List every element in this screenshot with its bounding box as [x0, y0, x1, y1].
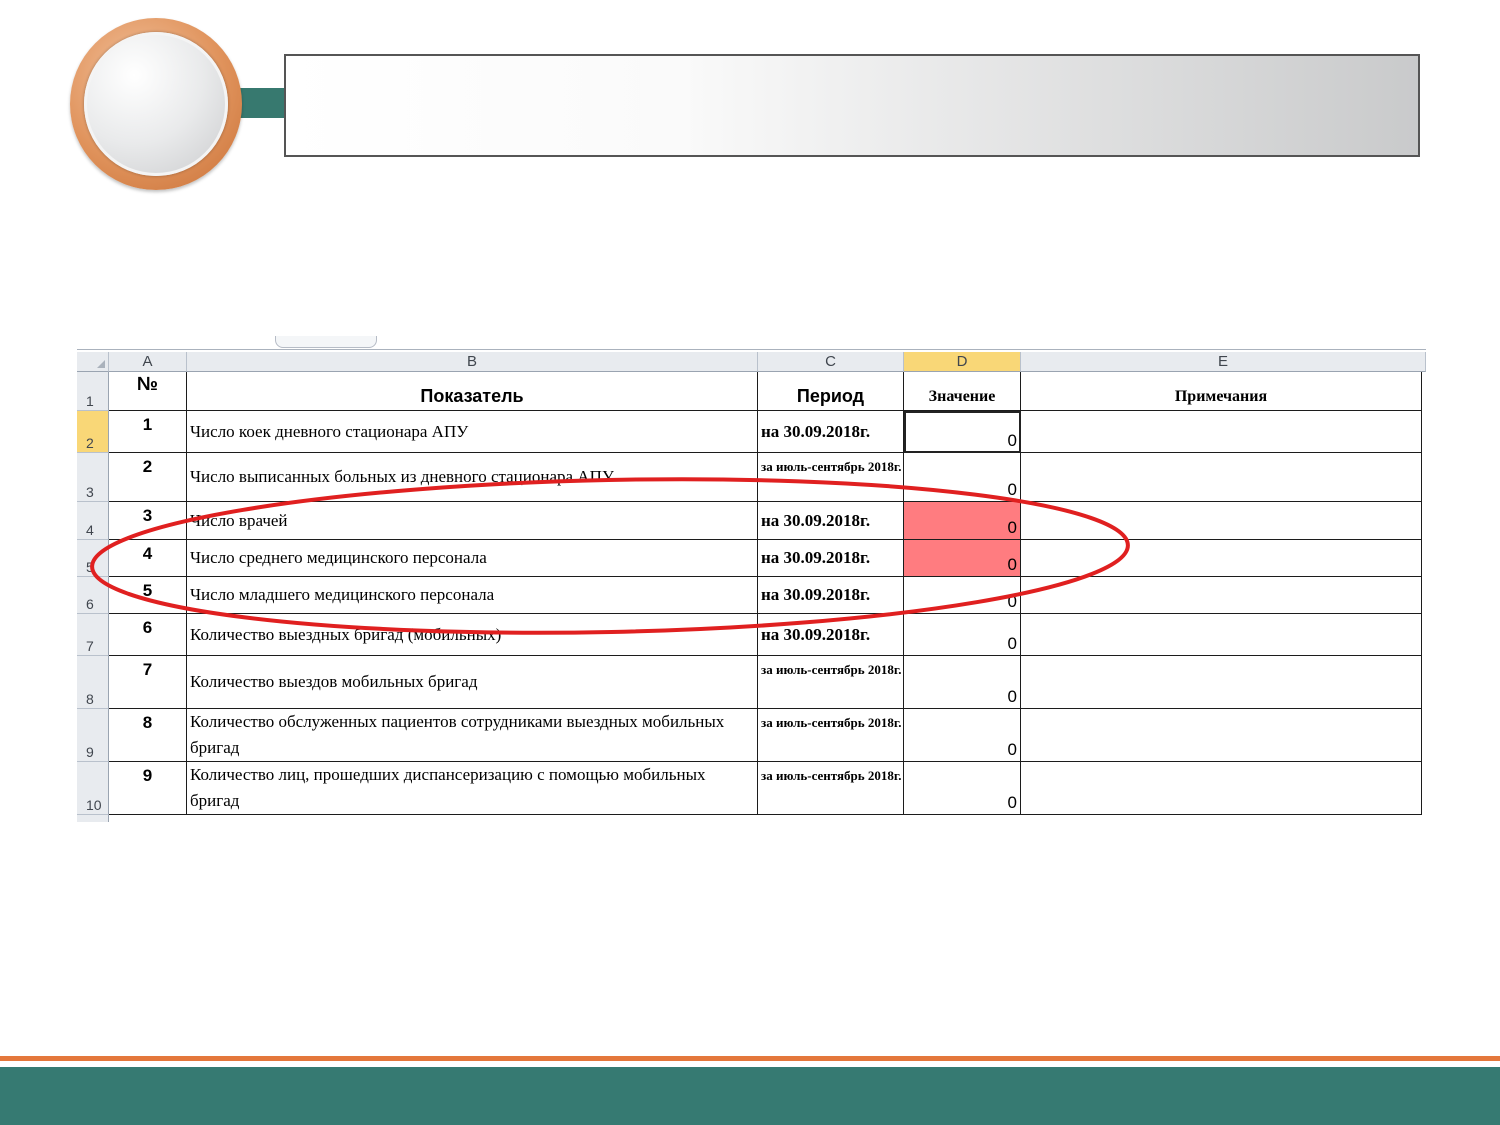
- cell-indicator[interactable]: Количество выездных бригад (мобильных): [187, 614, 758, 656]
- cell-note[interactable]: [1021, 540, 1422, 577]
- footer-bar: [0, 1067, 1500, 1125]
- cell-note[interactable]: [1021, 656, 1422, 709]
- footer-accent-line: [0, 1056, 1500, 1061]
- cell-period[interactable]: на 30.09.2018г.: [758, 540, 904, 577]
- column-header-e[interactable]: E: [1021, 352, 1426, 372]
- cell-indicator[interactable]: Число младшего медицинского персонала: [187, 577, 758, 614]
- decorative-disc-inner: [84, 32, 228, 176]
- row-header[interactable]: 2: [77, 411, 109, 453]
- row-header[interactable]: 8: [77, 656, 109, 709]
- header-cell-num[interactable]: №: [109, 372, 187, 411]
- cell-num[interactable]: 4: [109, 540, 187, 577]
- row-header[interactable]: 3: [77, 453, 109, 502]
- cell-period[interactable]: за июль-сентябрь 2018г.: [758, 709, 904, 762]
- cell-num[interactable]: 7: [109, 656, 187, 709]
- cell-period[interactable]: на 30.09.2018г.: [758, 502, 904, 540]
- slide-title-box: [284, 54, 1420, 157]
- decorative-disc: [70, 18, 242, 190]
- spreadsheet-screenshot: A B C D E 1 2 3 4 5 6 7 8 9 10 № Показат…: [77, 336, 1426, 822]
- header-cell-period[interactable]: Период: [758, 372, 904, 411]
- cell-num[interactable]: 9: [109, 762, 187, 815]
- cell-indicator[interactable]: Количество лиц, прошедших диспансеризаци…: [187, 762, 758, 815]
- cell-value[interactable]: 0: [904, 709, 1021, 762]
- header-cell-value[interactable]: Значение: [904, 372, 1021, 411]
- cell-note[interactable]: [1021, 709, 1422, 762]
- cell-indicator[interactable]: Количество обслуженных пациентов сотрудн…: [187, 709, 758, 762]
- cell-note[interactable]: [1021, 614, 1422, 656]
- cell-value[interactable]: 0: [904, 762, 1021, 815]
- cell-note[interactable]: [1021, 411, 1422, 453]
- cell-value-highlighted[interactable]: 0: [904, 540, 1021, 577]
- cell-value-highlighted[interactable]: 0: [904, 502, 1021, 540]
- cell-indicator[interactable]: Число выписанных больных из дневного ста…: [187, 453, 758, 502]
- column-header-c[interactable]: C: [758, 352, 904, 372]
- cell-num[interactable]: 8: [109, 709, 187, 762]
- row-header[interactable]: 7: [77, 614, 109, 656]
- cell-period[interactable]: на 30.09.2018г.: [758, 411, 904, 453]
- cell-num[interactable]: 5: [109, 577, 187, 614]
- column-header-b[interactable]: B: [187, 352, 758, 372]
- cell-num[interactable]: 3: [109, 502, 187, 540]
- cell-indicator[interactable]: Количество выездов мобильных бригад: [187, 656, 758, 709]
- row-header[interactable]: 10: [77, 762, 109, 815]
- row-header[interactable]: 1: [77, 372, 109, 411]
- cell-num[interactable]: 6: [109, 614, 187, 656]
- cell-num[interactable]: 1: [109, 411, 187, 453]
- cell-period[interactable]: на 30.09.2018г.: [758, 614, 904, 656]
- cell-note[interactable]: [1021, 502, 1422, 540]
- cell-indicator[interactable]: Число врачей: [187, 502, 758, 540]
- cell-value[interactable]: 0: [904, 453, 1021, 502]
- header-cell-notes[interactable]: Примечания: [1021, 372, 1422, 411]
- cell-indicator[interactable]: Число коек дневного стационара АПУ: [187, 411, 758, 453]
- row-header[interactable]: 4: [77, 502, 109, 540]
- cell-note[interactable]: [1021, 453, 1422, 502]
- cell-value[interactable]: 0: [904, 577, 1021, 614]
- cell-note[interactable]: [1021, 762, 1422, 815]
- name-box[interactable]: [275, 336, 377, 348]
- cell-period[interactable]: за июль-сентябрь 2018г.: [758, 656, 904, 709]
- cell-value[interactable]: 0: [904, 614, 1021, 656]
- header-cell-indicator[interactable]: Показатель: [187, 372, 758, 411]
- formula-bar: [77, 336, 1426, 350]
- cell-period[interactable]: за июль-сентябрь 2018г.: [758, 453, 904, 502]
- cell-period[interactable]: за июль-сентябрь 2018г.: [758, 762, 904, 815]
- cell-value-active[interactable]: 0: [904, 411, 1021, 453]
- cell-note[interactable]: [1021, 577, 1422, 614]
- cell-num[interactable]: 2: [109, 453, 187, 502]
- cell-value[interactable]: 0: [904, 656, 1021, 709]
- select-all-corner[interactable]: [77, 352, 109, 372]
- cell-period[interactable]: на 30.09.2018г.: [758, 577, 904, 614]
- row-header[interactable]: 5: [77, 540, 109, 577]
- row-header[interactable]: 6: [77, 577, 109, 614]
- column-header-a[interactable]: A: [109, 352, 187, 372]
- row-header[interactable]: [77, 815, 109, 822]
- cell-indicator[interactable]: Число среднего медицинского персонала: [187, 540, 758, 577]
- row-header[interactable]: 9: [77, 709, 109, 762]
- column-header-d[interactable]: D: [904, 352, 1021, 372]
